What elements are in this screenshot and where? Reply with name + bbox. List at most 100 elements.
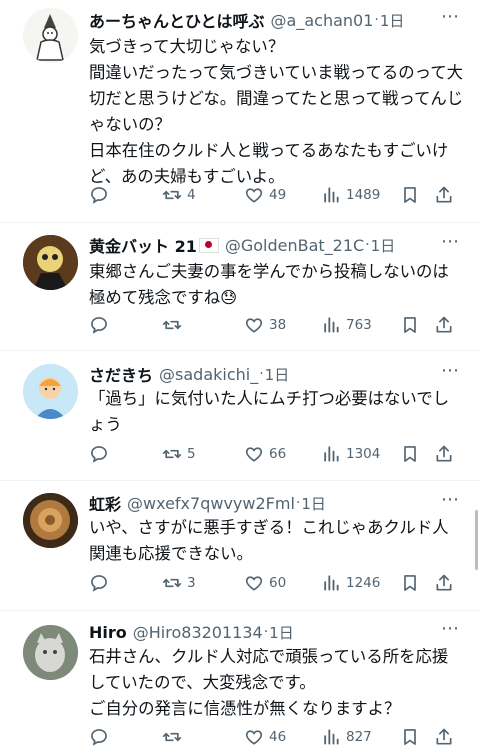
avatar[interactable] xyxy=(23,8,78,63)
tweet-5[interactable]: Hiro @Hiro83201134 · 1日 ⋯ 石井さん、クルド人対応で頑張… xyxy=(0,610,480,755)
action-bar: 3 60 1246 xyxy=(89,571,454,595)
views-button[interactable]: 1304 xyxy=(321,444,380,464)
speech-bubble-icon xyxy=(91,729,107,746)
view-count: 827 xyxy=(346,729,372,745)
heart-icon xyxy=(245,730,263,745)
share-button[interactable] xyxy=(434,727,454,747)
views-button[interactable]: 827 xyxy=(321,727,372,747)
tweet-2[interactable]: 黄金バット 21 @GoldenBat_21C · 1日 ⋯ 東郷さんご夫妻の事… xyxy=(0,222,480,351)
like-button[interactable]: 49 xyxy=(244,185,286,205)
more-dots-icon[interactable]: ⋯ xyxy=(441,618,460,639)
reply-button[interactable] xyxy=(89,727,109,747)
separator-dot: · xyxy=(263,624,269,640)
tweet-1[interactable]: あーちゃんとひとは呼ぶ @a_achan01 · 1日 ⋯ 気づきって大切じゃな… xyxy=(0,0,480,223)
bar-chart-icon xyxy=(324,446,339,462)
bar-chart-icon xyxy=(324,187,339,203)
display-name[interactable]: あーちゃんとひとは呼ぶ xyxy=(89,8,265,32)
avatar[interactable] xyxy=(23,493,78,548)
view-count: 1489 xyxy=(346,187,381,203)
bookmark-icon xyxy=(404,446,416,462)
more-dots-icon[interactable]: ⋯ xyxy=(441,489,460,510)
like-button[interactable]: 38 xyxy=(244,315,286,335)
more-dots-icon[interactable]: ⋯ xyxy=(441,6,460,27)
avatar[interactable] xyxy=(23,625,78,680)
user-handle[interactable]: @a_achan01 xyxy=(271,11,374,30)
bookmark-button[interactable] xyxy=(400,185,420,205)
like-count: 46 xyxy=(269,729,287,745)
timestamp[interactable]: 1日 xyxy=(380,10,405,31)
share-arrow-icon xyxy=(436,728,452,745)
timestamp[interactable]: 1日 xyxy=(371,235,396,256)
display-name[interactable]: さだきち xyxy=(89,362,153,386)
bookmark-icon xyxy=(404,729,416,745)
retweet-arrows-icon xyxy=(162,449,182,459)
action-bar: 38 763 xyxy=(89,313,454,337)
like-button[interactable]: 46 xyxy=(244,727,286,747)
separator-dot: · xyxy=(374,12,379,28)
bookmark-button[interactable] xyxy=(400,315,420,335)
tweet-3[interactable]: さだきち @sadakichi_ · 1日 ⋯ 「過ち」に気付いた人にムチ打つ必… xyxy=(0,350,480,481)
share-button[interactable] xyxy=(434,573,454,593)
reply-button[interactable] xyxy=(89,185,109,205)
separator-dot: · xyxy=(365,237,370,253)
share-button[interactable] xyxy=(434,444,454,464)
tweet-4[interactable]: 虹彩 @wxefx7qwvyw2Fml · 1日 ⋯ いや、さすがに悪手すぎる！… xyxy=(0,480,480,611)
action-bar: 4 49 1489 xyxy=(89,183,454,207)
like-button[interactable]: 60 xyxy=(244,573,286,593)
retweet-button[interactable]: 4 xyxy=(162,185,196,205)
views-button[interactable]: 1489 xyxy=(321,185,380,205)
more-dots-icon[interactable]: ⋯ xyxy=(441,360,460,381)
avatar[interactable] xyxy=(23,364,78,419)
scrollbar[interactable] xyxy=(475,510,478,570)
tweet-header: 虹彩 @wxefx7qwvyw2Fml · 1日 xyxy=(89,491,326,515)
timestamp[interactable]: 1日 xyxy=(301,493,326,514)
retweet-button[interactable]: 3 xyxy=(162,573,196,593)
retweet-button[interactable]: 5 xyxy=(162,444,196,464)
share-arrow-icon xyxy=(436,445,452,462)
tweet-header: あーちゃんとひとは呼ぶ @a_achan01 · 1日 xyxy=(89,8,404,32)
display-name[interactable]: 黄金バット 21 xyxy=(89,233,197,257)
like-count: 38 xyxy=(269,317,287,333)
avatar[interactable] xyxy=(23,235,78,290)
view-count: 1304 xyxy=(346,446,381,462)
retweet-arrows-icon xyxy=(162,320,182,330)
reply-button[interactable] xyxy=(89,573,109,593)
user-handle[interactable]: @sadakichi_ xyxy=(159,365,258,384)
like-button[interactable]: 66 xyxy=(244,444,286,464)
view-count: 1246 xyxy=(346,575,381,591)
like-count: 66 xyxy=(269,446,287,462)
bookmark-button[interactable] xyxy=(400,573,420,593)
views-button[interactable]: 1246 xyxy=(321,573,380,593)
bookmark-button[interactable] xyxy=(400,727,420,747)
share-arrow-icon xyxy=(436,316,452,333)
speech-bubble-icon xyxy=(91,317,107,334)
display-name[interactable]: 虹彩 xyxy=(89,491,121,515)
bookmark-icon xyxy=(404,575,416,591)
action-bar: 46 827 xyxy=(89,725,454,749)
reply-button[interactable] xyxy=(89,315,109,335)
tweet-text: いや、さすがに悪手すぎる！これじゃあクルド人関連も応援できない。 xyxy=(89,518,449,563)
retweet-arrows-icon xyxy=(162,190,182,200)
timestamp[interactable]: 1日 xyxy=(269,622,294,643)
bar-chart-icon xyxy=(324,729,339,745)
tweet-header: さだきち @sadakichi_ · 1日 xyxy=(89,362,289,386)
share-button[interactable] xyxy=(434,315,454,335)
reply-button[interactable] xyxy=(89,444,109,464)
timestamp[interactable]: 1日 xyxy=(265,364,290,385)
speech-bubble-icon xyxy=(91,187,107,204)
more-dots-icon[interactable]: ⋯ xyxy=(441,231,460,252)
retweet-button[interactable] xyxy=(162,727,182,747)
user-handle[interactable]: @GoldenBat_21C xyxy=(225,236,364,255)
tweet-text: 東郷さんご夫妻の事を学んでから投稿しないのは極めて残念ですね😓 xyxy=(89,262,449,307)
bookmark-button[interactable] xyxy=(400,444,420,464)
share-arrow-icon xyxy=(436,574,452,591)
views-button[interactable]: 763 xyxy=(321,315,372,335)
like-count: 49 xyxy=(269,187,287,203)
view-count: 763 xyxy=(346,317,372,333)
separator-dot: · xyxy=(295,495,301,511)
display-name[interactable]: Hiro xyxy=(89,623,127,642)
user-handle[interactable]: @wxefx7qwvyw2Fml xyxy=(127,494,295,513)
share-button[interactable] xyxy=(434,185,454,205)
retweet-button[interactable] xyxy=(162,315,182,335)
user-handle[interactable]: @Hiro83201134 xyxy=(133,623,263,642)
